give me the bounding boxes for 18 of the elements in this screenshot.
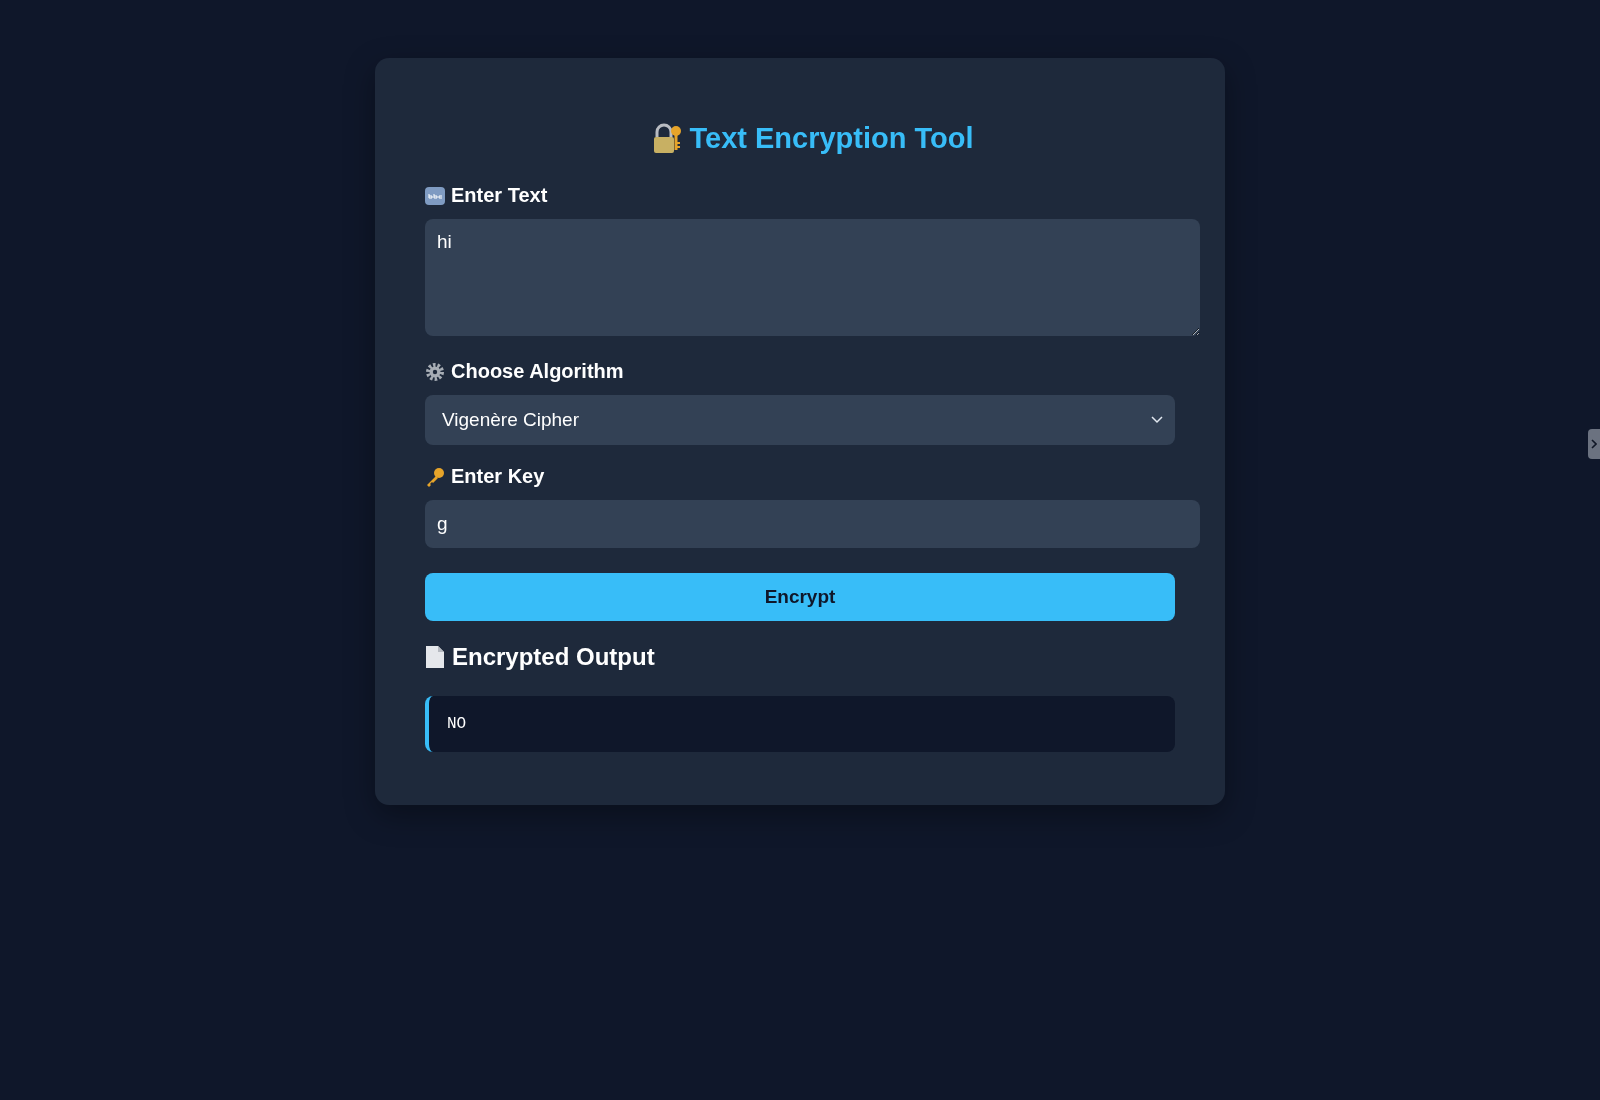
text-input-field[interactable]: hi <box>425 219 1200 336</box>
abc-icon <box>425 185 445 206</box>
chevron-right-icon <box>1591 439 1597 449</box>
app-title: Text Encryption Tool <box>689 122 974 155</box>
padlock-key-icon <box>651 122 684 155</box>
chevron-down-icon <box>1151 416 1163 424</box>
document-icon <box>425 645 445 669</box>
key-icon <box>425 466 445 487</box>
side-panel-handle[interactable] <box>1588 429 1600 459</box>
output-text: NO <box>447 715 467 733</box>
gear-icon <box>425 361 445 382</box>
encrypt-button[interactable]: Encrypt <box>425 573 1175 621</box>
algorithm-dropdown[interactable]: Vigenère Cipher <box>425 395 1175 445</box>
field-label: Choose Algorithm <box>451 360 624 383</box>
output-heading: Encrypted Output <box>452 643 655 671</box>
field-label: Enter Text <box>451 184 548 207</box>
key-input-field[interactable]: g <box>425 500 1200 548</box>
field-label: Enter Key <box>451 465 545 488</box>
